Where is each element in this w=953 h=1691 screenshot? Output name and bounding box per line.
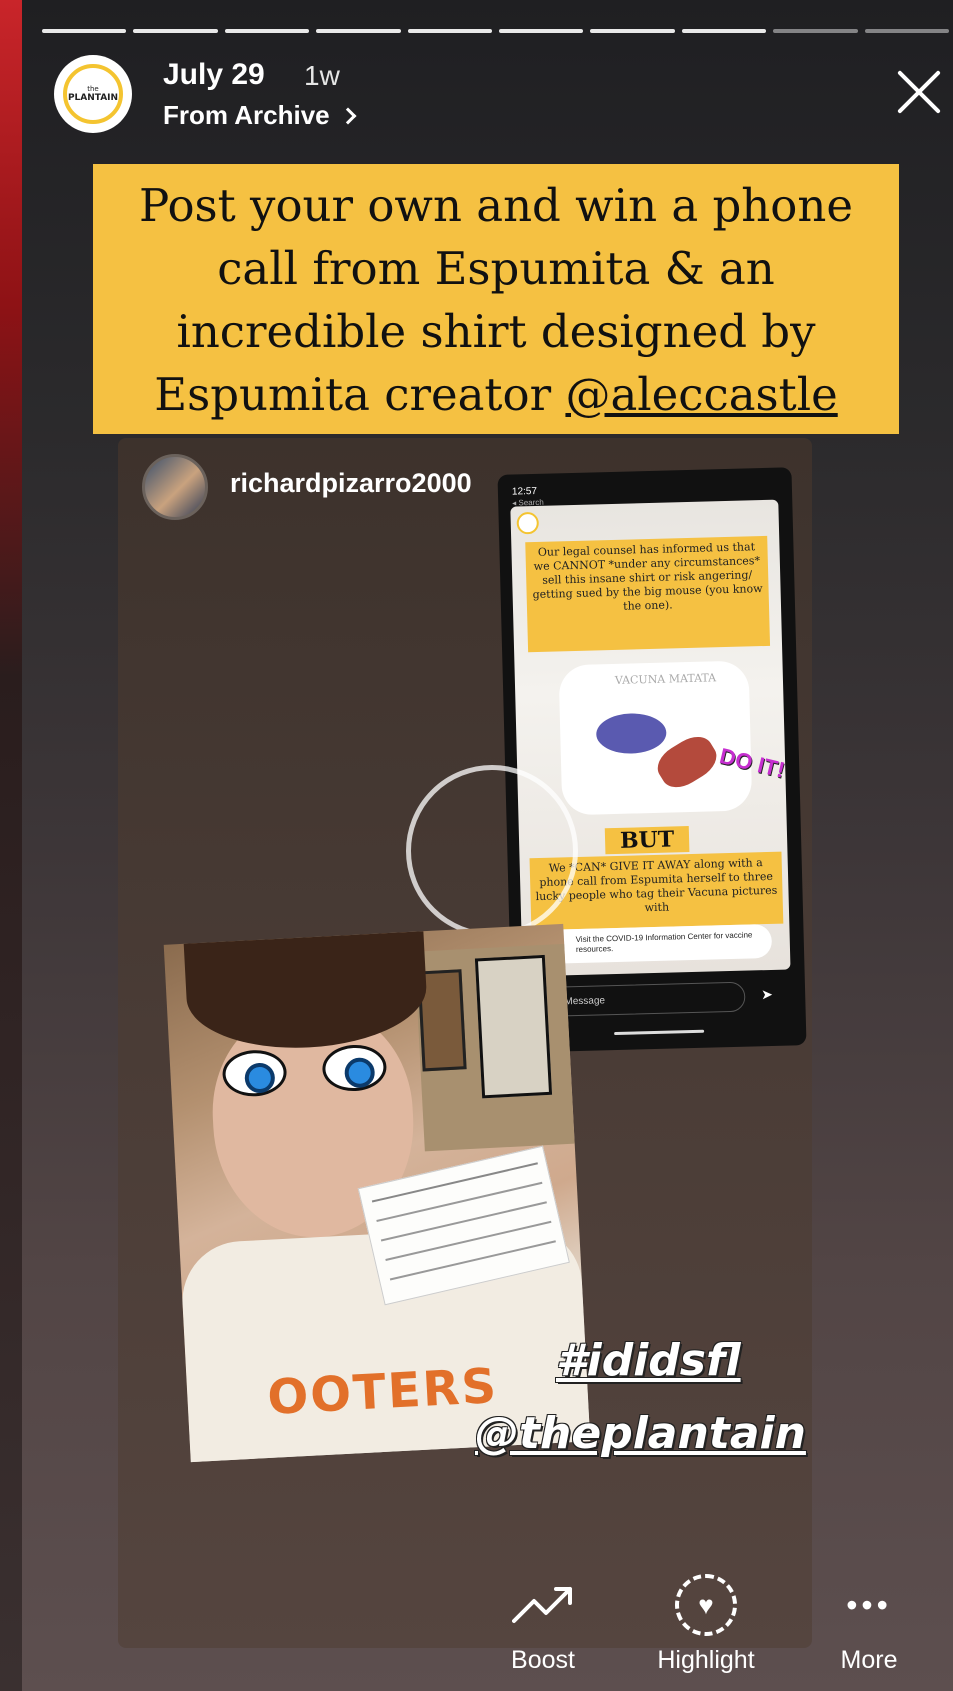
mention-sticker[interactable]: @theplantain <box>475 1408 806 1459</box>
hashtag-sticker[interactable]: #ididsfl <box>556 1335 741 1386</box>
legal-text: Our legal counsel has informed us that w… <box>525 535 771 653</box>
home-indicator <box>614 1029 705 1036</box>
plantain-logo: the PLANTAIN <box>63 64 123 124</box>
progress-segment <box>681 29 767 33</box>
progress-segment <box>316 29 401 33</box>
trend-icon <box>512 1587 572 1623</box>
progress-segment <box>407 29 493 33</box>
loading-spinner <box>406 765 578 937</box>
account-avatar[interactable]: the PLANTAIN <box>54 55 132 133</box>
more-button[interactable]: ••• More <box>799 1570 939 1675</box>
progress-segment <box>590 29 675 33</box>
ellipsis-icon: ••• <box>846 1586 892 1623</box>
send-icon: ➤ <box>760 985 774 1003</box>
story-progress-bar <box>42 29 950 34</box>
logo-text: PLANTAIN <box>67 93 119 103</box>
chevron-right-icon <box>339 107 357 124</box>
covid-banner: Visit the COVID-19 Information Center fo… <box>541 923 773 964</box>
selfie-photo: OOTERS <box>163 923 591 1463</box>
more-label: More <box>840 1646 898 1674</box>
story-age: 1w <box>304 60 340 91</box>
close-icon[interactable] <box>894 67 944 117</box>
phone-time: 12:57 <box>511 485 538 498</box>
headline-sticker: Post your own and win a phone call from … <box>93 164 899 434</box>
highlight-button[interactable]: ♥ Highlight <box>636 1570 776 1675</box>
boost-label: Boost <box>511 1646 575 1674</box>
but-text: BUT <box>604 826 690 855</box>
story-date: July 29 <box>163 58 265 91</box>
user-avatar[interactable] <box>142 454 208 520</box>
highlight-label: Highlight <box>657 1646 755 1674</box>
story-viewer: the PLANTAIN July 29 1w From Archive Post… <box>0 0 953 1691</box>
heart-circle-icon: ♥ <box>675 1574 737 1636</box>
boost-button[interactable]: Boost <box>473 1570 613 1675</box>
progress-segment <box>499 29 584 33</box>
archive-label: From Archive <box>163 100 330 130</box>
progress-segment <box>133 29 218 33</box>
hair <box>183 931 430 1054</box>
progress-segment <box>773 29 858 33</box>
progress-segment <box>224 29 310 33</box>
plantain-logo-small <box>516 511 540 535</box>
mention-link[interactable]: @aleccastle <box>565 368 837 421</box>
previous-story-edge[interactable] <box>0 0 22 1691</box>
poster <box>474 954 553 1099</box>
progress-segment <box>42 29 127 33</box>
archive-link[interactable]: From Archive <box>163 100 357 131</box>
progress-segment <box>864 29 950 33</box>
shirt-text: VACUNA MATATA <box>614 671 717 687</box>
post-username[interactable]: richardpizarro2000 <box>230 468 472 499</box>
